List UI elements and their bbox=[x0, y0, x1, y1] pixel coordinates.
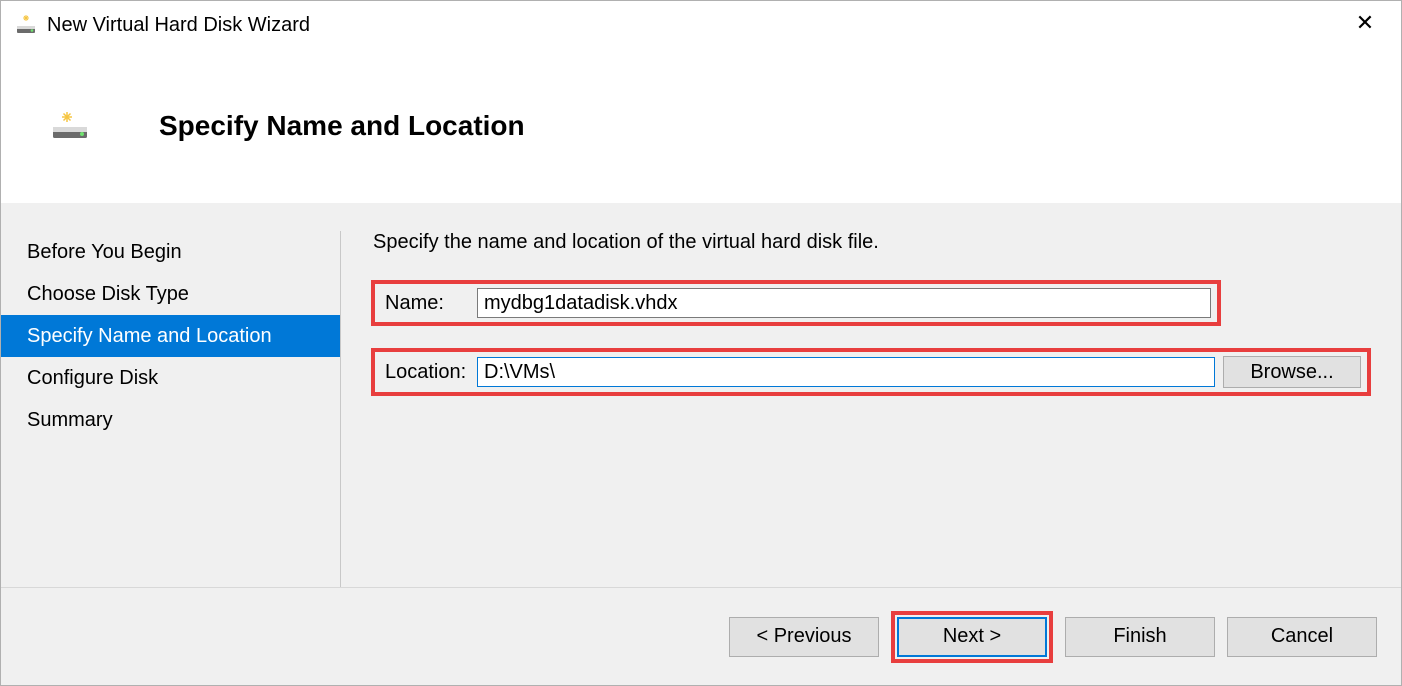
page-title: Specify Name and Location bbox=[159, 110, 525, 142]
cancel-button[interactable]: Cancel bbox=[1227, 617, 1377, 657]
wizard-window: New Virtual Hard Disk Wizard ✕ Specify N… bbox=[0, 0, 1402, 686]
wizard-footer: < Previous Next > Finish Cancel bbox=[1, 587, 1401, 685]
close-button[interactable]: ✕ bbox=[1337, 1, 1393, 45]
disk-wizard-header-icon bbox=[51, 111, 89, 141]
close-icon: ✕ bbox=[1356, 10, 1374, 36]
browse-button[interactable]: Browse... bbox=[1223, 356, 1361, 388]
location-field-highlight: Location: Browse... bbox=[371, 348, 1371, 396]
wizard-steps-sidebar: Before You Begin Choose Disk Type Specif… bbox=[1, 231, 341, 587]
titlebar: New Virtual Hard Disk Wizard ✕ bbox=[1, 1, 1401, 49]
wizard-content: Specify the name and location of the vir… bbox=[341, 231, 1401, 587]
location-input[interactable] bbox=[477, 357, 1215, 387]
location-label: Location: bbox=[381, 361, 477, 384]
instruction-text: Specify the name and location of the vir… bbox=[371, 231, 1371, 254]
next-button[interactable]: Next > bbox=[897, 617, 1047, 657]
step-summary[interactable]: Summary bbox=[1, 399, 340, 441]
next-button-highlight: Next > bbox=[891, 611, 1053, 663]
wizard-body: Before You Begin Choose Disk Type Specif… bbox=[1, 203, 1401, 587]
name-label: Name: bbox=[381, 292, 477, 315]
window-title: New Virtual Hard Disk Wizard bbox=[47, 14, 310, 37]
step-configure-disk[interactable]: Configure Disk bbox=[1, 357, 340, 399]
previous-button[interactable]: < Previous bbox=[729, 617, 879, 657]
wizard-header: Specify Name and Location bbox=[1, 49, 1401, 203]
step-specify-name-location[interactable]: Specify Name and Location bbox=[1, 315, 340, 357]
disk-wizard-icon bbox=[15, 14, 37, 36]
step-choose-disk-type[interactable]: Choose Disk Type bbox=[1, 273, 340, 315]
finish-button[interactable]: Finish bbox=[1065, 617, 1215, 657]
step-before-you-begin[interactable]: Before You Begin bbox=[1, 231, 340, 273]
name-input[interactable] bbox=[477, 288, 1211, 318]
name-field-highlight: Name: bbox=[371, 280, 1221, 326]
